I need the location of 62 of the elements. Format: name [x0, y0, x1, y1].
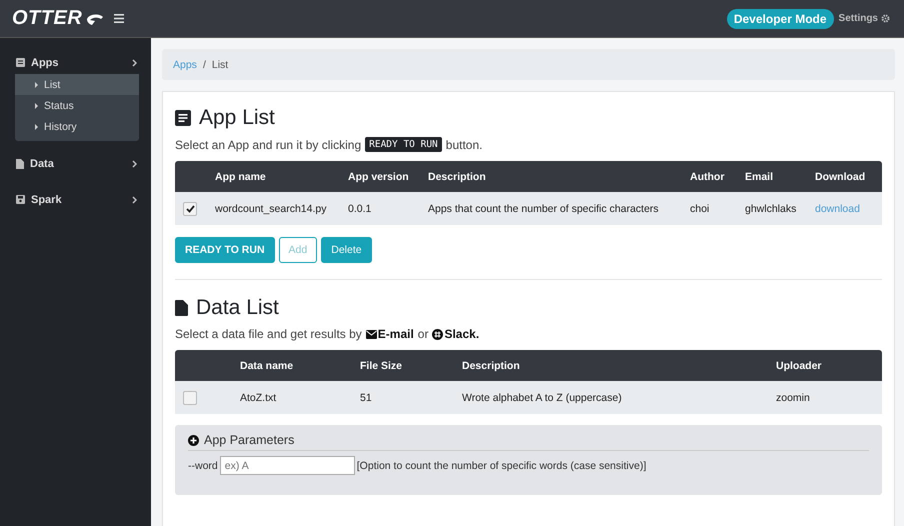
- code-label: READY TO RUN: [365, 137, 442, 152]
- settings-link[interactable]: Settings: [838, 13, 890, 24]
- table-row[interactable]: wordcount_search14.py 0.0.1 Apps that count the number of specific characters choi ghwlchlaks download: [175, 192, 882, 225]
- column-header: File Size: [360, 360, 402, 372]
- section-title: Data List: [196, 296, 279, 320]
- floppy-icon: [16, 195, 25, 204]
- column-header: Description: [428, 170, 486, 182]
- checkbox[interactable]: [183, 202, 197, 216]
- column-header: Download: [815, 170, 866, 182]
- column-header: Data name: [240, 360, 294, 372]
- chevron-right-icon: [132, 160, 137, 168]
- table-cell: 0.0.1: [348, 202, 372, 214]
- slack-icon: [432, 328, 444, 340]
- file-icon: [175, 300, 188, 316]
- checkbox[interactable]: [183, 390, 197, 404]
- column-header: Uploader: [776, 360, 822, 372]
- intro-text: Select an App and run it by clicking: [175, 138, 362, 152]
- caret-icon: [35, 82, 38, 88]
- parameter-hint: [Option to count the number of specific words (case sensitive)]: [356, 460, 646, 472]
- column-header: Email: [745, 170, 774, 182]
- envelope-icon: [366, 330, 377, 338]
- submenu-item[interactable]: List: [15, 74, 139, 95]
- submenu-item[interactable]: History: [15, 116, 139, 137]
- table-row[interactable]: AtoZ.txt 51 Wrote alphabet A to Z (uppercase) zoomin: [175, 381, 882, 414]
- chevron-right-icon: [132, 58, 137, 66]
- plus-circle-icon: [188, 434, 199, 446]
- chevron-right-icon: [132, 196, 137, 204]
- sidebar-item[interactable]: Spark: [0, 185, 151, 214]
- column-header: Author: [690, 170, 724, 182]
- table-cell: Apps that count the number of specific characters: [428, 202, 659, 214]
- gear-icon: [881, 14, 890, 23]
- input-field[interactable]: ex) A: [220, 456, 355, 475]
- table-cell: zoomin: [776, 392, 810, 404]
- table-cell: ghwlchlaks: [745, 202, 796, 214]
- intro-text: button.: [446, 138, 482, 152]
- table-cell: AtoZ.txt: [240, 392, 276, 404]
- table-cell: choi: [690, 202, 710, 214]
- column-header: App name: [215, 170, 266, 182]
- parameter-label: --word: [188, 460, 218, 472]
- logo-text[interactable]: OTTER: [12, 7, 82, 30]
- table-cell: Wrote alphabet A to Z (uppercase): [462, 392, 622, 404]
- email-label: E-mail: [378, 327, 414, 341]
- caret-icon: [35, 124, 38, 130]
- breadcrumb-current: List: [212, 58, 228, 70]
- menu-icon[interactable]: [114, 14, 124, 23]
- panel-title: App Parameters: [204, 433, 294, 447]
- intro-text: or: [418, 327, 428, 341]
- list-icon: [175, 110, 191, 126]
- file-icon: [16, 158, 24, 168]
- table-cell: wordcount_search14.py: [215, 202, 326, 214]
- sidebar-item[interactable]: Apps: [0, 48, 151, 77]
- table-cell: 51: [360, 392, 372, 404]
- section-title: App List: [199, 106, 275, 130]
- intro-text: Select a data file and get results by: [175, 327, 362, 341]
- column-header: App version: [348, 170, 409, 182]
- breadcrumb-separator: /: [202, 58, 206, 70]
- caret-icon: [35, 102, 38, 108]
- sidebar-item[interactable]: Data: [0, 149, 151, 178]
- list-icon: [16, 58, 25, 67]
- column-header: Description: [462, 360, 520, 372]
- slack-label: Slack.: [444, 327, 480, 341]
- submenu-item[interactable]: Status: [15, 95, 139, 116]
